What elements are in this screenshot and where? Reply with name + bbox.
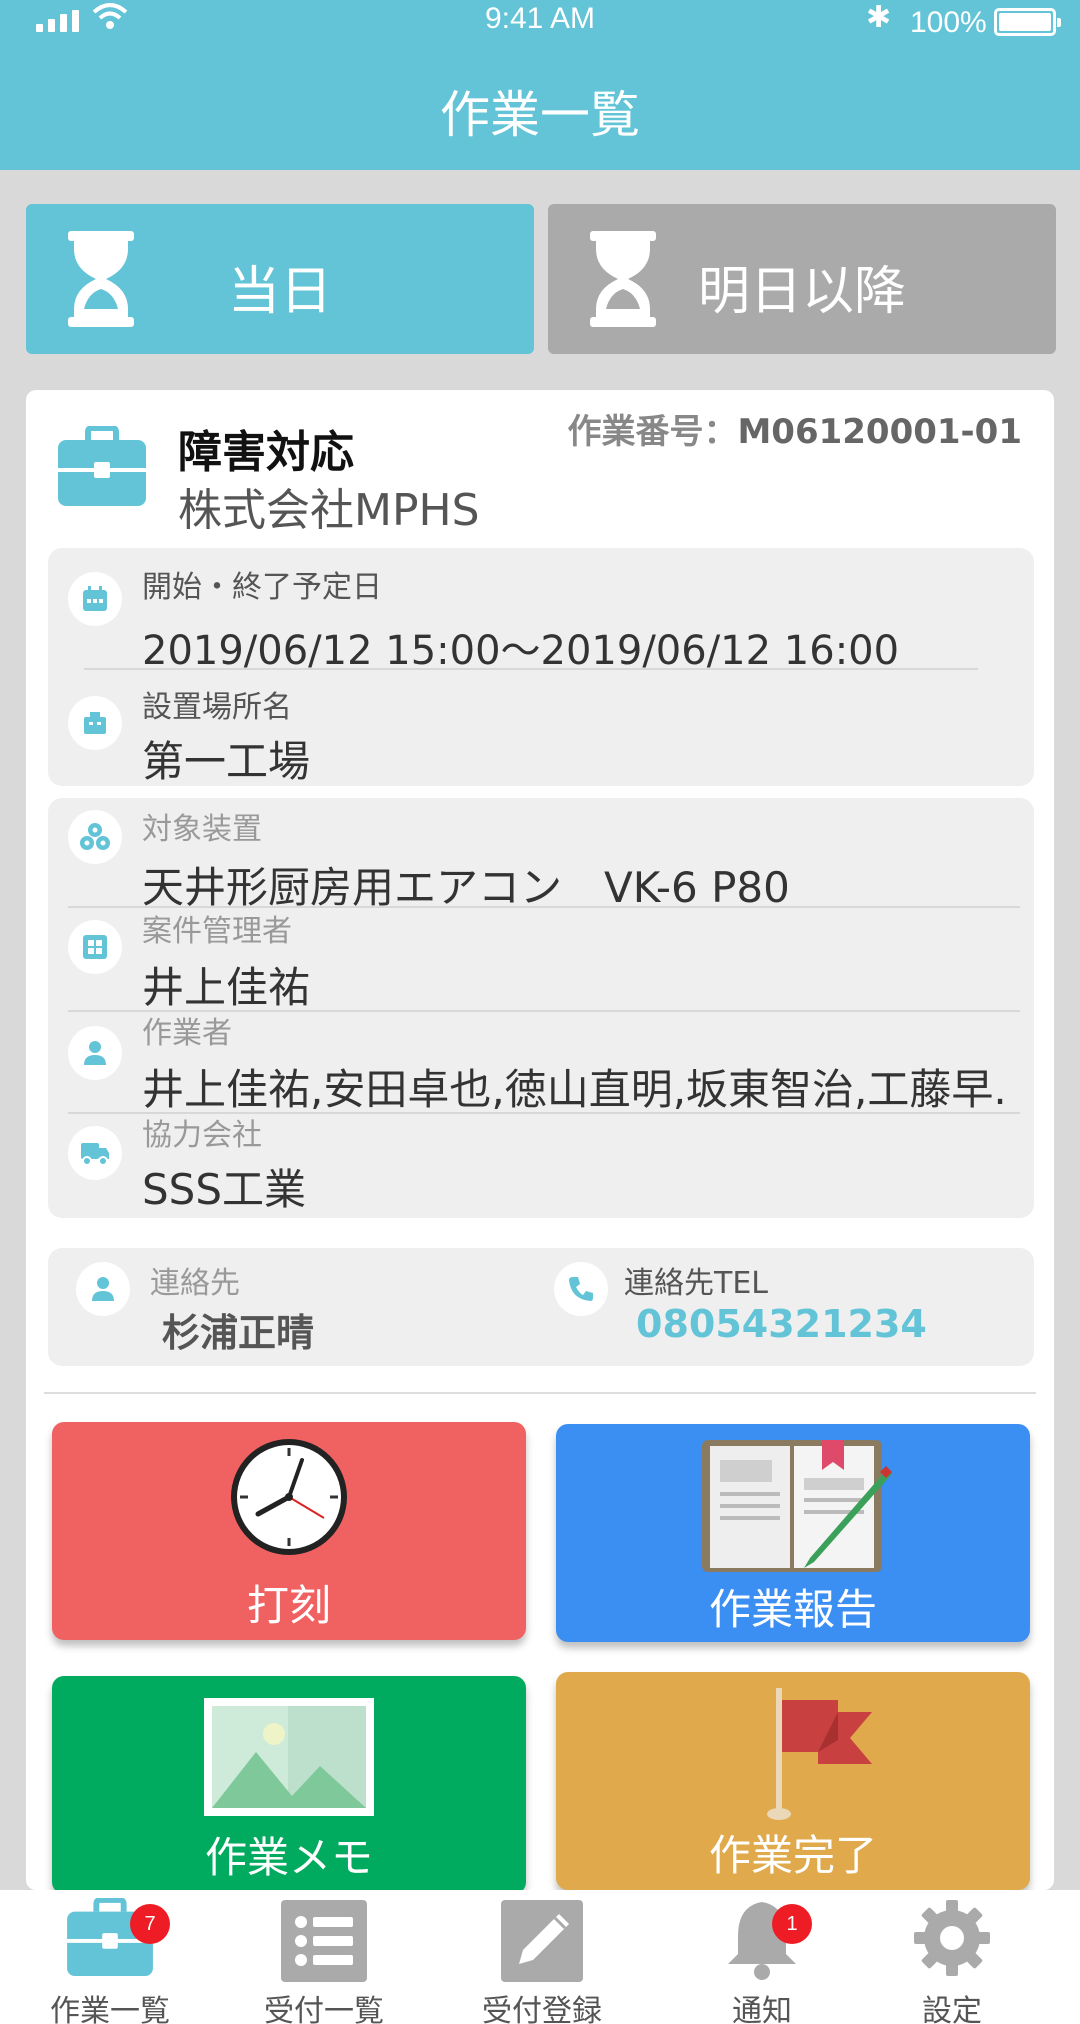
tel-link[interactable]: 08054321234 — [636, 1302, 927, 1346]
job-number-value: M06120001-01 — [737, 412, 1022, 452]
tab-today-label: 当日 — [227, 262, 332, 322]
work-report-label: 作業報告 — [708, 1585, 877, 1634]
manager-label: 案件管理者 — [142, 914, 292, 949]
divider — [84, 668, 978, 670]
building-icon — [68, 696, 122, 750]
schedule-label: 開始・終了予定日 — [142, 570, 382, 605]
clock-in-label: 打刻 — [246, 1581, 331, 1630]
partner-label: 協力会社 — [142, 1118, 262, 1153]
work-complete-button[interactable]: 作業完了 — [556, 1672, 1030, 1890]
tab-later-label: 明日以降 — [697, 262, 906, 322]
pencil-icon — [501, 1900, 583, 1982]
person-icon — [76, 1262, 130, 1316]
tabbar-label: 受付登録 — [482, 1994, 602, 2024]
partner-value: SSS工業 — [142, 1165, 306, 1214]
calendar-icon — [68, 572, 122, 626]
contact-label: 連絡先 — [150, 1266, 240, 1301]
notification-badge: 7 — [130, 1904, 170, 1944]
list-icon — [281, 1900, 367, 1982]
divider — [44, 1392, 1036, 1394]
flag-icon — [767, 1688, 872, 1820]
person-icon — [68, 1026, 122, 1080]
tabbar-item-job-list[interactable]: 7 作業一覧 — [30, 1890, 190, 2024]
battery-icon — [994, 8, 1061, 36]
notebook-icon — [702, 1440, 892, 1572]
tabbar-label: 作業一覧 — [50, 1994, 170, 2024]
schedule-panel: 開始・終了予定日 2019/06/12 15:00〜2019/06/12 16:… — [48, 548, 1034, 786]
grid-icon — [68, 920, 122, 974]
job-number-label: 作業番号： — [567, 412, 738, 452]
clock-in-button[interactable]: 打刻 — [52, 1422, 526, 1640]
work-memo-label: 作業メモ — [204, 1833, 373, 1882]
tab-bar: 7 作業一覧 受付一覧 受付登録 1 通知 設定 — [0, 1890, 1080, 2024]
job-company: 株式会社MPHS — [178, 485, 480, 536]
tel-label: 連絡先TEL — [624, 1266, 768, 1301]
battery-percent: 100% — [910, 6, 987, 39]
job-card[interactable]: 障害対応 株式会社MPHS 作業番号：M06120001-01 開始・終了予定日… — [26, 390, 1054, 1894]
workers-label: 作業者 — [142, 1016, 232, 1051]
job-number: 作業番号：M06120001-01 — [567, 404, 1022, 453]
app-header: 9:41 AM ✱ 100% 作業一覧 — [0, 0, 1080, 170]
details-panel: 対象装置 天井形厨房用エアコン VK-6 P80 案件管理者 井上佳祐 作業者 … — [48, 798, 1034, 1218]
tabbar-label: 設定 — [922, 1994, 982, 2024]
job-title: 障害対応 — [178, 427, 354, 478]
location-label: 設置場所名 — [142, 690, 292, 725]
tab-today[interactable]: 当日 — [26, 204, 534, 354]
location-value: 第一工場 — [142, 737, 311, 786]
page-title: 作業一覧 — [440, 86, 640, 144]
gear-icon — [914, 1900, 990, 1976]
briefcase-icon — [58, 426, 146, 506]
device-icon — [68, 810, 122, 864]
notification-badge: 1 — [772, 1904, 812, 1944]
truck-icon — [68, 1126, 122, 1180]
work-complete-label: 作業完了 — [708, 1831, 877, 1880]
tabbar-item-notifications[interactable]: 1 通知 — [682, 1890, 842, 2024]
work-memo-button[interactable]: 作業メモ — [52, 1676, 526, 1894]
phone-icon — [554, 1262, 608, 1316]
clock-icon — [231, 1439, 347, 1555]
status-bar: 9:41 AM ✱ 100% — [0, 0, 1080, 44]
tabbar-label: 受付一覧 — [264, 1994, 384, 2024]
tab-later[interactable]: 明日以降 — [548, 204, 1056, 354]
tabbar-item-reception-list[interactable]: 受付一覧 — [244, 1890, 404, 2024]
image-icon — [204, 1698, 374, 1816]
contact-value: 杉浦正晴 — [162, 1311, 315, 1355]
bluetooth-icon: ✱ — [866, 0, 892, 35]
workers-value: 井上佳祐,安田卓也,徳山直明,坂東智治,工藤早. — [142, 1065, 1007, 1114]
device-label: 対象装置 — [142, 812, 262, 847]
tabbar-label: 通知 — [732, 1994, 792, 2024]
contact-panel: 連絡先 杉浦正晴 連絡先TEL 08054321234 — [48, 1248, 1034, 1366]
manager-value: 井上佳祐 — [142, 963, 311, 1012]
tabbar-item-settings[interactable]: 設定 — [872, 1890, 1032, 2024]
work-report-button[interactable]: 作業報告 — [556, 1424, 1030, 1642]
tabbar-item-reception-register[interactable]: 受付登録 — [462, 1890, 622, 2024]
